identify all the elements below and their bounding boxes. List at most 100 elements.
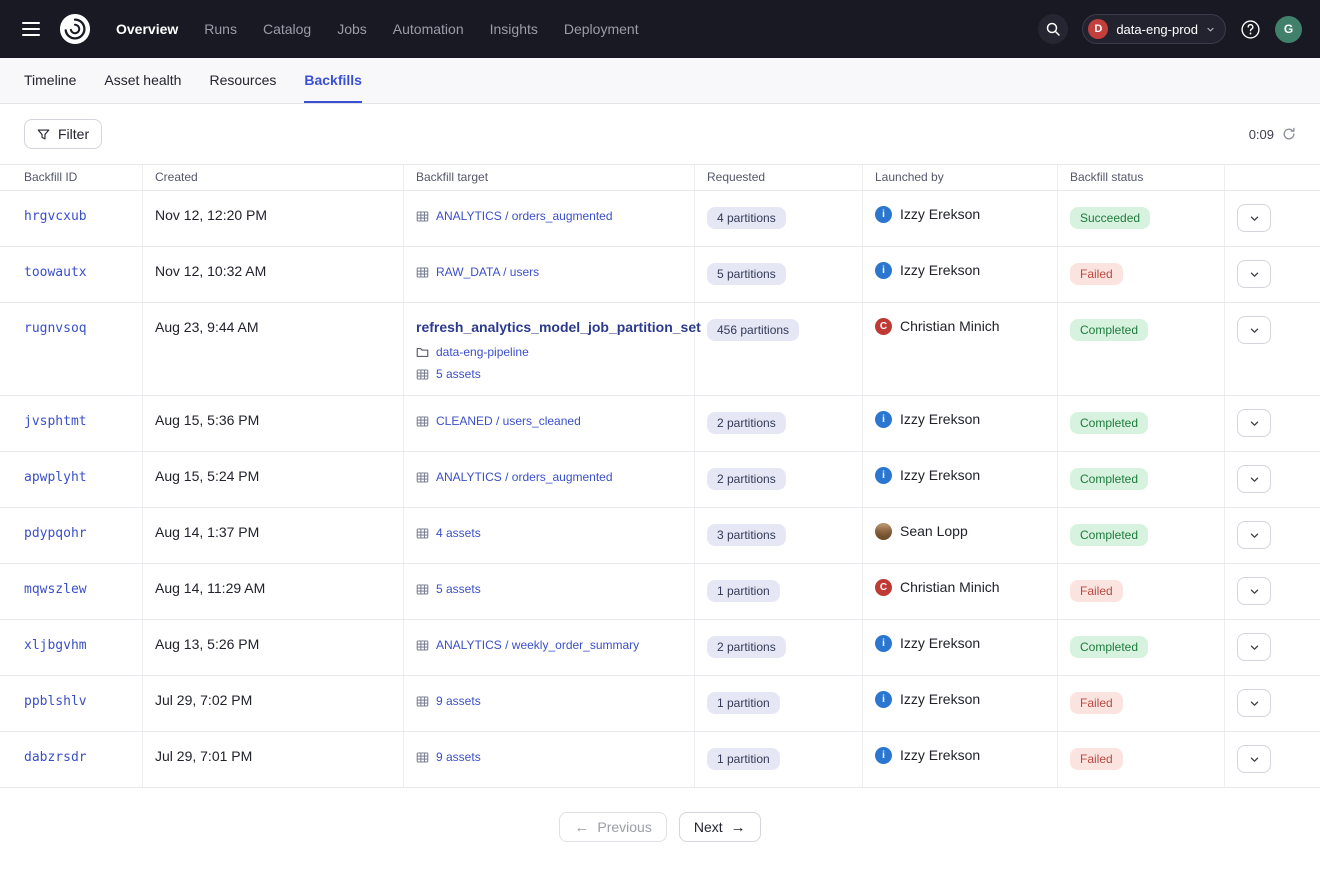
target-asset-link[interactable]: 5 assets <box>436 582 481 596</box>
row-expand-button[interactable] <box>1237 260 1271 288</box>
nav-item-runs[interactable]: Runs <box>204 21 237 37</box>
backfill-id-link[interactable]: mqwszlew <box>24 582 87 597</box>
nav-item-insights[interactable]: Insights <box>490 21 538 37</box>
row-expand-button[interactable] <box>1237 577 1271 605</box>
backfill-id-link[interactable]: xljbgvhm <box>24 638 87 653</box>
target-asset-link[interactable]: 9 assets <box>436 694 481 708</box>
table-header: Backfill IDCreatedBackfill targetRequest… <box>0 164 1320 191</box>
row-expand-button[interactable] <box>1237 409 1271 437</box>
previous-button[interactable]: ← Previous <box>559 812 666 842</box>
tab-backfills[interactable]: Backfills <box>304 58 362 103</box>
table-row: rugnvsoqAug 23, 9:44 AMrefresh_analytics… <box>0 303 1320 396</box>
status-badge: Failed <box>1070 263 1123 285</box>
target-job-link[interactable]: refresh_analytics_model_job_partition_se… <box>416 319 701 335</box>
target-cell: 9 assets <box>404 676 695 731</box>
actions-cell <box>1225 191 1320 246</box>
backfill-id-link[interactable]: pdypqohr <box>24 526 87 541</box>
requested-cell: 5 partitions <box>695 247 863 302</box>
launched-by-name: Izzy Erekson <box>900 206 980 223</box>
arrow-left-icon: ← <box>574 820 589 835</box>
nav-item-overview[interactable]: Overview <box>116 21 178 37</box>
deployment-avatar: D <box>1088 19 1108 39</box>
requested-cell: 3 partitions <box>695 508 863 563</box>
column-header-actions <box>1225 165 1320 190</box>
deployment-switcher[interactable]: D data-eng-prod <box>1082 14 1226 44</box>
actions-cell <box>1225 396 1320 451</box>
target-asset-link[interactable]: ANALYTICS / orders_augmented <box>436 209 613 223</box>
target-asset-link[interactable]: ANALYTICS / orders_augmented <box>436 470 613 484</box>
backfill-id-cell: xljbgvhm <box>0 620 143 675</box>
row-expand-button[interactable] <box>1237 521 1271 549</box>
target-asset-link[interactable]: RAW_DATA / users <box>436 265 539 279</box>
backfill-id-link[interactable]: ppblshlv <box>24 694 87 709</box>
nav-item-automation[interactable]: Automation <box>393 21 464 37</box>
tab-asset-health[interactable]: Asset health <box>104 58 181 103</box>
row-expand-button[interactable] <box>1237 633 1271 661</box>
row-expand-button[interactable] <box>1237 465 1271 493</box>
status-badge: Completed <box>1070 636 1148 658</box>
backfill-id-link[interactable]: toowautx <box>24 265 87 280</box>
table-row: apwplyhtAug 15, 5:24 PMANALYTICS / order… <box>0 452 1320 508</box>
actions-cell <box>1225 303 1320 395</box>
dagster-logo-icon <box>58 12 92 46</box>
row-expand-button[interactable] <box>1237 316 1271 344</box>
requested-badge: 4 partitions <box>707 207 786 229</box>
target-cell: refresh_analytics_model_job_partition_se… <box>404 303 695 395</box>
launched-by-avatar: i <box>875 747 892 764</box>
row-expand-button[interactable] <box>1237 689 1271 717</box>
backfill-id-link[interactable]: rugnvsoq <box>24 321 87 336</box>
target-asset-link[interactable]: CLEANED / users_cleaned <box>436 414 581 428</box>
launched-by-name: Izzy Erekson <box>900 747 980 764</box>
row-expand-button[interactable] <box>1237 204 1271 232</box>
asset-grid-icon <box>416 583 429 596</box>
table-row: toowautxNov 12, 10:32 AMRAW_DATA / users… <box>0 247 1320 303</box>
nav-item-deployment[interactable]: Deployment <box>564 21 639 37</box>
backfill-id-link[interactable]: jvsphtmt <box>24 414 87 429</box>
requested-cell: 4 partitions <box>695 191 863 246</box>
backfill-id-link[interactable]: hrgvcxub <box>24 209 87 224</box>
launched-by-name: Izzy Erekson <box>900 411 980 428</box>
backfill-id-link[interactable]: apwplyht <box>24 470 87 485</box>
nav-item-jobs[interactable]: Jobs <box>337 21 367 37</box>
table-row: pdypqohrAug 14, 1:37 PM4 assets3 partiti… <box>0 508 1320 564</box>
tab-timeline[interactable]: Timeline <box>24 58 76 103</box>
launched-by-cell: i Izzy Erekson <box>863 732 1058 787</box>
launched-by-name: Izzy Erekson <box>900 262 980 279</box>
backfill-id-link[interactable]: dabzrsdr <box>24 750 87 765</box>
launched-by-avatar: i <box>875 206 892 223</box>
tab-resources[interactable]: Resources <box>209 58 276 103</box>
menu-icon[interactable] <box>18 16 44 42</box>
status-cell: Completed <box>1058 620 1225 675</box>
launched-by-name: Christian Minich <box>900 579 1000 596</box>
refresh-icon[interactable] <box>1282 127 1296 141</box>
launched-by-avatar: i <box>875 691 892 708</box>
launched-by-name: Izzy Erekson <box>900 635 980 652</box>
nav-item-catalog[interactable]: Catalog <box>263 21 311 37</box>
user-avatar[interactable]: G <box>1275 16 1302 43</box>
requested-badge: 456 partitions <box>707 319 799 341</box>
target-asset-link[interactable]: 9 assets <box>436 750 481 764</box>
target-cell: RAW_DATA / users <box>404 247 695 302</box>
column-header-created: Created <box>143 165 404 190</box>
requested-badge: 1 partition <box>707 580 780 602</box>
target-cell: 9 assets <box>404 732 695 787</box>
row-expand-button[interactable] <box>1237 745 1271 773</box>
previous-button-label: Previous <box>597 819 651 835</box>
search-icon[interactable] <box>1038 14 1068 44</box>
assets-grid-icon <box>416 368 429 381</box>
target-asset-link[interactable]: ANALYTICS / weekly_order_summary <box>436 638 639 652</box>
asset-grid-icon <box>416 415 429 428</box>
target-assets-link[interactable]: 5 assets <box>436 367 481 381</box>
status-cell: Failed <box>1058 247 1225 302</box>
status-badge: Completed <box>1070 412 1148 434</box>
target-pipeline-link[interactable]: data-eng-pipeline <box>436 345 529 359</box>
actions-cell <box>1225 508 1320 563</box>
filter-button[interactable]: Filter <box>24 119 102 149</box>
help-icon[interactable] <box>1240 19 1261 40</box>
table-row: dabzrsdrJul 29, 7:01 PM9 assets1 partiti… <box>0 732 1320 788</box>
created-cell: Jul 29, 7:02 PM <box>143 676 404 731</box>
asset-grid-icon <box>416 527 429 540</box>
folder-icon <box>416 346 429 359</box>
next-button[interactable]: Next → <box>679 812 761 842</box>
target-asset-link[interactable]: 4 assets <box>436 526 481 540</box>
